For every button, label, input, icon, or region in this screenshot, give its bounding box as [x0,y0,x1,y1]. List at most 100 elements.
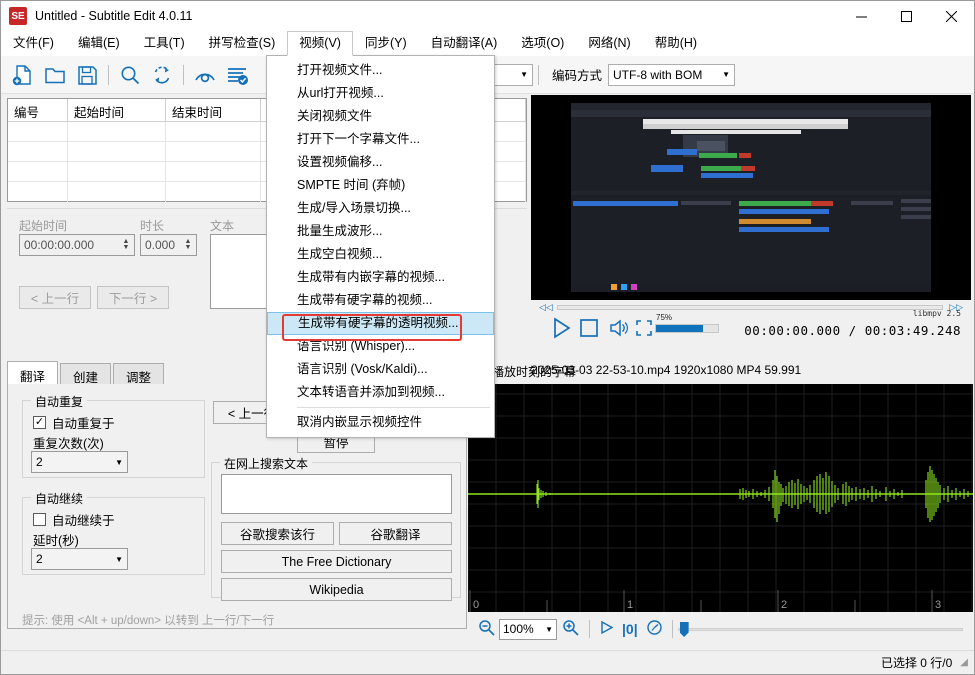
cell [8,122,68,141]
menuitem-open-video-from-url[interactable]: 从url打开视频... [267,82,494,105]
menuitem-speech-recognition-vosk-kaldi[interactable]: 语言识别 (Vosk/Kaldi)... [267,358,494,381]
play-button[interactable] [549,316,573,343]
column-start-time[interactable]: 起始时间 [68,99,166,121]
menuitem-smpte-timing[interactable]: SMPTE 时间 (弃帧) [267,174,494,197]
menu-help[interactable]: 帮助(H) [643,31,709,56]
cell [166,142,261,161]
menu-autotranslate[interactable]: 自动翻译(A) [419,31,510,56]
subtitle-edit-window: SE Untitled - Subtitle Edit 4.0.11 文件(F)… [0,0,975,675]
google-translate-button[interactable]: 谷歌翻译 [339,522,452,545]
zoom-level-combo[interactable]: 100% ▼ [499,618,557,640]
menuitem-speech-recognition-whisper[interactable]: 语言识别 (Whisper)... [267,335,494,358]
auto-repeat-group-title: 自动重复 [31,393,88,410]
zoom-in-icon[interactable] [557,619,584,639]
seek-back-icon[interactable]: ◁◁ [539,302,553,313]
new-file-icon[interactable] [7,59,39,91]
menu-video[interactable]: 视频(V) [287,30,353,56]
column-number[interactable]: 编号 [8,99,68,121]
cell [68,162,166,181]
duration-input[interactable]: 0.000 ▲ ▼ [140,234,197,256]
menu-network[interactable]: 网络(N) [576,31,642,56]
menuitem-undock-video-controls[interactable]: 取消内嵌显示视频控件 [267,411,494,434]
menuitem-close-video-file[interactable]: 关闭视频文件 [267,105,494,128]
duration-value: 0.000 [145,238,176,252]
menuitem-batch-generate-waveform[interactable]: 批量生成波形... [267,220,494,243]
spinner-arrows-icon-2[interactable]: ▲ ▼ [180,235,196,255]
auto-repeat-checkbox[interactable]: ✓ 自动重复于 [33,413,115,432]
replace-icon[interactable] [146,59,178,91]
prev-line-button[interactable]: < 上一行 [19,286,91,309]
menuitem-open-video-file[interactable]: 打开视频文件... [267,59,494,82]
save-icon[interactable] [71,59,103,91]
slider-thumb[interactable] [679,622,689,637]
menuitem-generate-scene-changes[interactable]: 生成/导入场景切换... [267,197,494,220]
delay-combo[interactable]: 2 ▼ [31,548,128,570]
menuitem-open-next-subtitle[interactable]: 打开下一个字幕文件... [267,128,494,151]
resize-grip-icon[interactable]: ◢ [960,657,968,668]
next-line-button[interactable]: 下一行 > [97,286,169,309]
repeat-count-combo[interactable]: 2 ▼ [31,451,128,473]
auto-continue-checkbox-label: 自动继续于 [52,514,115,528]
menuitem-text-to-speech-add-to-video[interactable]: 文本转语音并添加到视频... [267,381,494,404]
menuitem-generate-transparent-hardcoded-video[interactable]: 生成带有硬字幕的透明视频... [267,312,494,335]
menu-tools[interactable]: 工具(T) [132,31,197,56]
menuitem-generate-blank-video[interactable]: 生成空白视频... [267,243,494,266]
svg-text:3: 3 [935,599,941,611]
waveform-toolbar: 100% ▼ |0| [468,612,973,646]
cell [166,122,261,141]
video-seek-slider[interactable] [557,305,943,310]
waveform-center-icon[interactable]: |0| [618,621,642,637]
chevron-down-icon-5: ▼ [545,624,553,634]
waveform-display[interactable]: 0 1 2 3 [467,384,973,612]
svg-text:2: 2 [781,599,787,611]
cell [68,122,166,141]
playback-speed-icon[interactable] [642,619,667,639]
waveform-position-slider[interactable] [677,620,963,638]
encoding-label: 编码方式 [552,69,603,83]
fullscreen-icon[interactable] [636,320,652,339]
maximize-button[interactable] [884,1,929,31]
menuitem-generate-hardcoded-subtitle-video[interactable]: 生成带有硬字幕的视频... [267,289,494,312]
menu-sync[interactable]: 同步(Y) [353,31,419,56]
video-preview[interactable] [531,95,971,300]
free-dictionary-button[interactable]: The Free Dictionary [221,550,452,573]
menuitem-set-video-offset[interactable]: 设置视频偏移... [267,151,494,174]
close-button[interactable] [929,1,974,31]
tab-translate[interactable]: 翻译 [7,361,59,385]
column-end-time[interactable]: 结束时间 [166,99,261,121]
menuitem-generate-embedded-subtitle-video[interactable]: 生成带有内嵌字幕的视频... [267,266,494,289]
menu-edit[interactable]: 编辑(E) [66,31,132,56]
app-icon: SE [9,7,27,25]
toolbar-separator [108,64,109,85]
menu-spellcheck[interactable]: 拼写检查(S) [197,31,288,56]
spellcheck-icon[interactable] [221,59,253,91]
auto-continue-checkbox[interactable]: 自动继续于 [33,510,115,529]
menu-separator [297,407,490,408]
encoding-combo[interactable]: UTF-8 with BOM ▼ [608,63,736,86]
visual-sync-icon[interactable] [189,59,221,91]
stop-button[interactable] [580,319,598,340]
current-time: 00:00:00.000 [744,323,841,338]
google-search-button[interactable]: 谷歌搜索该行 [221,522,334,545]
menu-file[interactable]: 文件(F) [1,31,66,56]
wikipedia-button[interactable]: Wikipedia [221,578,452,601]
auto-continue-group-title: 自动继续 [31,490,88,507]
volume-slider[interactable] [655,324,719,333]
cell [8,162,68,181]
minimize-button[interactable] [839,1,884,31]
zoom-out-icon[interactable] [474,619,499,639]
web-search-input[interactable] [221,474,452,514]
volume-icon[interactable] [609,319,629,340]
auto-continue-group: 自动继续 自动继续于 延时(秒) 2 ▼ [22,490,205,575]
start-time-input[interactable]: 00:00:00.000 ▲ ▼ [19,234,135,256]
spinner-arrows-icon[interactable]: ▲ ▼ [118,235,134,255]
find-icon[interactable] [114,59,146,91]
status-bar: 已选择 0 行/0 ◢ [1,650,974,674]
waveform-play-icon[interactable] [595,620,618,638]
open-folder-icon[interactable] [39,59,71,91]
menu-options[interactable]: 选项(O) [509,31,576,56]
tab-create[interactable]: 创建 [60,363,112,385]
video-controls: ◁◁ ▷▷ 75% libmpv 2.5 00:00:00.000 / 00:0… [531,300,971,356]
time-display: 00:00:00.000 / 00:03:49.248 [744,323,961,338]
tab-adjust[interactable]: 调整 [113,363,165,385]
